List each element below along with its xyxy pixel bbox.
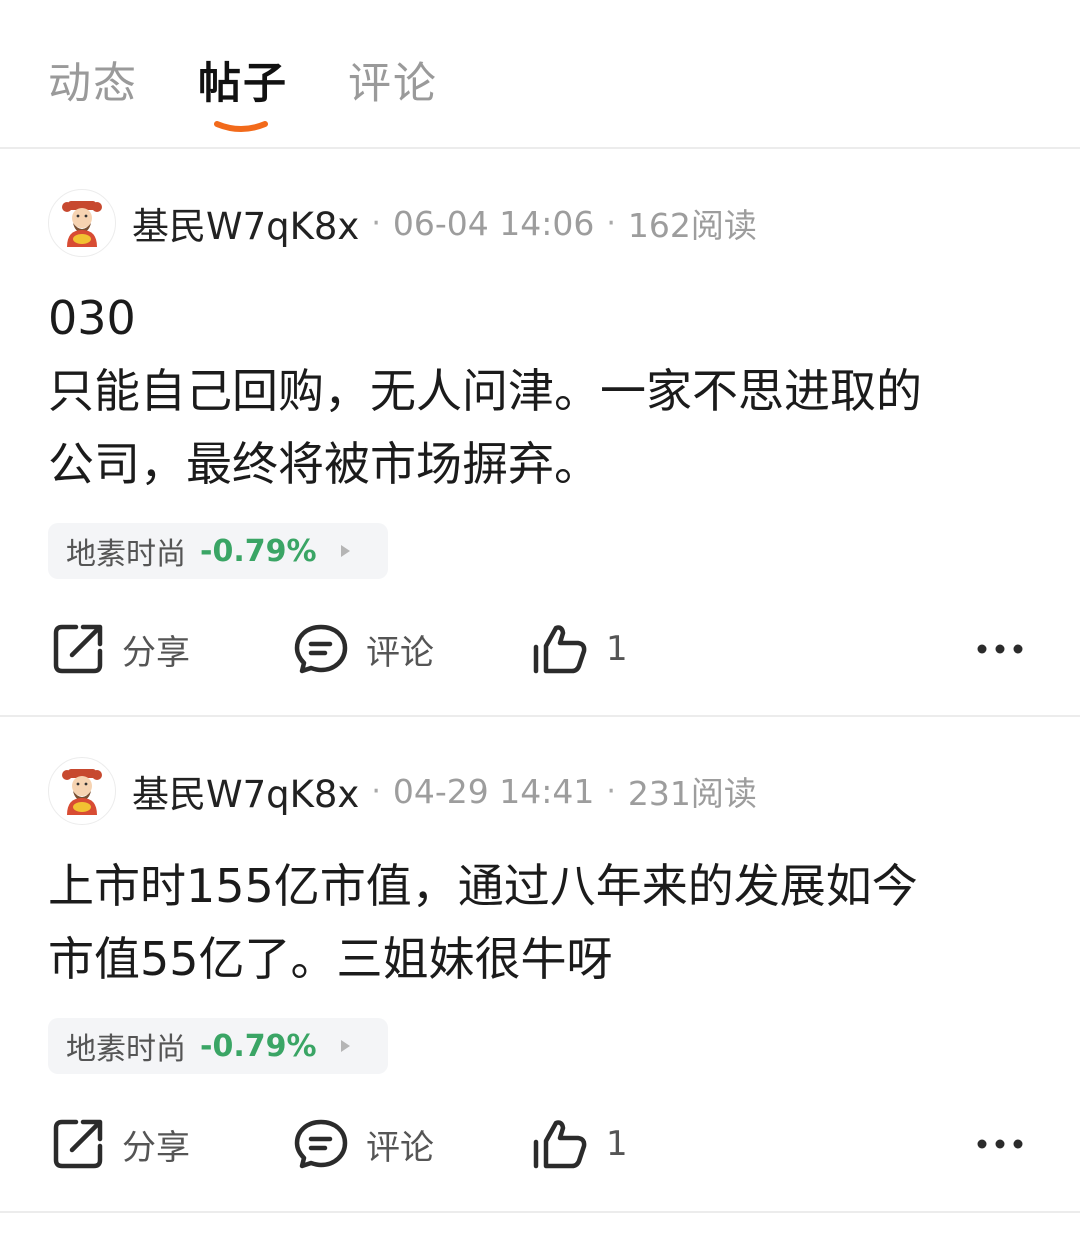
more-button[interactable] xyxy=(976,1114,1024,1174)
thumbs-up-icon xyxy=(532,1118,588,1170)
post-card[interactable]: 基民W7qK8x · 06-04 14:06 · 162阅读 030 只能自己回… xyxy=(0,149,1080,717)
post-content-line: 只能自己回购，无人问津。一家不思进取的 xyxy=(48,364,922,418)
share-icon xyxy=(52,623,104,675)
username[interactable]: 基民W7qK8x xyxy=(132,764,359,818)
username[interactable]: 基民W7qK8x xyxy=(132,196,359,250)
post-actions: 分享 评论 1 xyxy=(0,1114,1080,1174)
read-count: 231阅读 xyxy=(627,774,757,813)
read-count: 162阅读 xyxy=(627,206,757,245)
separator-dot: · xyxy=(371,205,381,241)
comment-bubble-icon xyxy=(294,623,348,675)
post-timestamp: 06-04 14:06 xyxy=(392,203,595,243)
fortune-god-avatar-icon xyxy=(62,769,102,815)
share-label: 分享 xyxy=(122,1127,190,1168)
like-button[interactable]: 1 xyxy=(532,1114,628,1174)
avatar[interactable] xyxy=(48,757,116,825)
comment-label: 评论 xyxy=(366,1127,434,1168)
stock-name: 地素时尚 xyxy=(66,1032,186,1067)
separator-dot: · xyxy=(606,773,616,809)
avatar[interactable] xyxy=(48,189,116,257)
post-card[interactable]: 基民W7qK8x · 04-29 14:41 · 231阅读 上市时155亿市值… xyxy=(0,717,1080,1213)
comment-button[interactable]: 评论 xyxy=(294,1114,434,1174)
more-dots-icon xyxy=(976,643,1024,655)
share-button[interactable]: 分享 xyxy=(52,619,190,679)
fortune-god-avatar-icon xyxy=(62,201,102,247)
post-content[interactable]: 上市时155亿市值，通过八年来的发展如今 市值55亿了。三姐妹很牛呀 xyxy=(48,850,1038,996)
post-content[interactable]: 030 只能自己回购，无人问津。一家不思进取的 公司，最终将被市场摒弃。 xyxy=(48,282,1038,501)
stock-name: 地素时尚 xyxy=(66,537,186,572)
separator-dot: · xyxy=(606,205,616,241)
stock-tag[interactable]: 地素时尚 -0.79% xyxy=(48,1018,388,1074)
tab-bar: 动态 帖子 评论 xyxy=(0,0,1080,149)
play-arrow-icon xyxy=(340,545,350,557)
post-content-line: 市值55亿了。三姐妹很牛呀 xyxy=(48,932,613,986)
post-header: 基民W7qK8x · 04-29 14:41 · 231阅读 xyxy=(48,755,757,827)
post-actions: 分享 评论 1 xyxy=(0,619,1080,679)
like-count: 1 xyxy=(606,629,628,669)
stock-change: -0.79% xyxy=(200,1028,317,1064)
comment-button[interactable]: 评论 xyxy=(294,619,434,679)
stock-change: -0.79% xyxy=(200,533,317,569)
like-count: 1 xyxy=(606,1124,628,1164)
stock-tag[interactable]: 地素时尚 -0.79% xyxy=(48,523,388,579)
more-dots-icon xyxy=(976,1138,1024,1150)
share-icon xyxy=(52,1118,104,1170)
post-content-line: 上市时155亿市值，通过八年来的发展如今 xyxy=(48,859,918,913)
thumbs-up-icon xyxy=(532,623,588,675)
comment-bubble-icon xyxy=(294,1118,348,1170)
tab-activity[interactable]: 动态 xyxy=(48,56,138,112)
like-button[interactable]: 1 xyxy=(532,619,628,679)
share-button[interactable]: 分享 xyxy=(52,1114,190,1174)
tab-posts[interactable]: 帖子 xyxy=(198,56,288,112)
separator-dot: · xyxy=(371,773,381,809)
play-arrow-icon xyxy=(340,1040,350,1052)
post-header: 基民W7qK8x · 06-04 14:06 · 162阅读 xyxy=(48,187,757,259)
active-tab-indicator xyxy=(214,121,268,132)
tab-comments[interactable]: 评论 xyxy=(348,56,438,112)
comment-label: 评论 xyxy=(366,632,434,673)
post-content-line: 公司，最终将被市场摒弃。 xyxy=(48,437,600,491)
share-label: 分享 xyxy=(122,632,190,673)
post-timestamp: 04-29 14:41 xyxy=(392,771,595,811)
more-button[interactable] xyxy=(976,619,1024,679)
post-content-line: 030 xyxy=(48,291,136,345)
